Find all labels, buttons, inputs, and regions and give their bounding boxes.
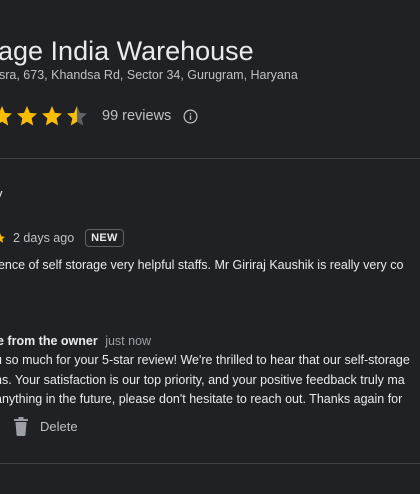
reviews-link[interactable]: 99 reviews <box>102 108 171 124</box>
owner-reply-line: anything in the future, please don't hes… <box>0 392 403 406</box>
half-star-icon <box>67 106 87 126</box>
review-text: rience of self storage very helpful staf… <box>0 258 404 272</box>
delete-label: Delete <box>40 418 78 434</box>
review-meta: 2 days ago NEW <box>0 228 124 248</box>
star-icon <box>17 106 37 126</box>
trash-icon <box>14 417 28 436</box>
owner-reply-line: u so much for your 5-star review! We're … <box>0 353 410 367</box>
star-icon <box>42 106 62 126</box>
place-title: age India Warehouse <box>0 36 254 66</box>
star-icon <box>0 233 5 243</box>
place-address: sra, 673, Khandsa Rd, Sector 34, Gurugra… <box>0 68 298 82</box>
delete-reply-button[interactable]: Delete <box>12 414 78 438</box>
review-date: 2 days ago <box>13 231 75 245</box>
rating-summary: 99 reviews <box>0 102 198 130</box>
divider <box>0 158 420 159</box>
new-badge: NEW <box>85 229 124 247</box>
owner-reply-line: ns. Your satisfaction is our top priorit… <box>0 373 405 387</box>
reviewer-name[interactable]: y <box>0 186 3 201</box>
owner-response-header: e from the owner just now <box>0 333 151 349</box>
info-icon[interactable] <box>183 109 198 124</box>
owner-response-time: just now <box>105 334 152 348</box>
divider <box>0 463 420 464</box>
owner-response-label: e from the owner <box>0 334 98 348</box>
star-icon <box>0 106 12 126</box>
